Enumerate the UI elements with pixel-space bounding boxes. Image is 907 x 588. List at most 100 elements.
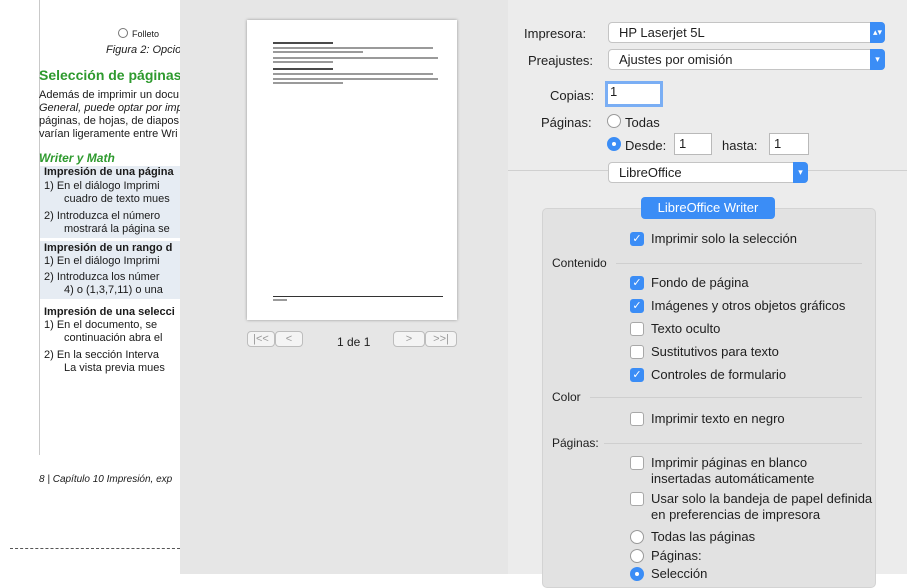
radio-icon (118, 28, 128, 38)
paper-tray-line: Usar solo la bandeja de papel definida (651, 491, 873, 506)
section-paginas: Páginas: (552, 436, 599, 450)
doc-list-item: continuación abra el (64, 332, 163, 344)
last-page-button[interactable]: >>| (425, 331, 457, 347)
all-pages-option-label: Todas las páginas (651, 529, 756, 544)
doc-subheading: Writer y Math (39, 151, 115, 165)
from-page-input[interactable]: 1 (674, 133, 712, 155)
doc-paragraph-line: páginas, de hojas, de diapos (39, 115, 180, 127)
section-contenido: Contenido (552, 256, 607, 270)
preview-text-line (273, 78, 438, 80)
paper-tray-line: en preferencias de impresora (651, 507, 821, 522)
section-color: Color (552, 390, 581, 404)
folleto-option: Folleto (118, 28, 159, 39)
background-document: Folleto Figura 2: Opcio Selección de pág… (0, 0, 180, 574)
doc-list-item: 1) En el diálogo Imprimi (44, 255, 160, 267)
doc-list-item: cuadro de texto mues (64, 193, 170, 205)
doc-list-item: 4) o (1,3,7,11) o una (64, 284, 163, 296)
from-pages-radio[interactable] (607, 137, 621, 151)
preview-text-line (273, 61, 333, 63)
pages-label: Páginas: (541, 115, 592, 130)
form-controls-label: Controles de formulario (651, 367, 787, 382)
section-rule (616, 263, 862, 264)
hidden-text-label: Texto oculto (651, 321, 721, 336)
hidden-text-checkbox[interactable] (630, 322, 644, 336)
text-placeholders-label: Sustitutivos para texto (651, 344, 779, 359)
blank-pages-line: insertadas automáticamente (651, 471, 815, 486)
images-checkbox[interactable]: ✓ (630, 299, 644, 313)
preview-text-line (273, 51, 363, 53)
doc-heading: Selección de páginas (39, 67, 180, 83)
from-label: Desde: (625, 138, 667, 153)
presets-label: Preajustes: (528, 53, 594, 68)
doc-list-item: La vista previa mues (64, 362, 165, 374)
preview-panel: |<< < 1 de 1 > >>| (180, 0, 508, 574)
print-selection-only-checkbox[interactable]: ✓ (630, 232, 644, 246)
all-pages-label: Todas (625, 115, 660, 130)
previous-page-button[interactable]: < (275, 331, 303, 347)
first-page-button[interactable]: |<< (247, 331, 275, 347)
tab-libreoffice-writer[interactable]: LibreOffice Writer (641, 197, 775, 219)
doc-list-item: 1) En el documento, se (44, 319, 158, 331)
to-page-input[interactable]: 1 (769, 133, 809, 155)
all-pages-option-radio[interactable] (630, 530, 644, 544)
to-label: hasta: (722, 138, 758, 153)
doc-section-title: Impresión de un rango d (44, 242, 173, 254)
updown-chevron-icon: ▾ (793, 162, 808, 183)
printer-select[interactable]: HP Laserjet 5L ▴▾ (608, 22, 885, 43)
printer-value: HP Laserjet 5L (619, 25, 705, 40)
preview-footer-text (273, 299, 287, 301)
pages-option-label: Páginas: (651, 548, 702, 563)
selection-option-radio[interactable] (630, 567, 644, 581)
copies-label: Copias: (550, 88, 595, 103)
preview-footer-rule (273, 296, 443, 297)
updown-chevron-icon: ▾ (870, 49, 885, 70)
blank-pages-line: Imprimir páginas en blanco (651, 455, 808, 470)
page-break-line (10, 548, 180, 549)
images-label: Imágenes y otros objetos gráficos (651, 298, 846, 313)
doc-list-item: 2) En la sección Interva (44, 349, 159, 361)
updown-chevron-icon: ▴▾ (870, 22, 885, 43)
doc-section-title: Impresión de una página (44, 166, 174, 178)
page-counter: 1 de 1 (337, 335, 371, 349)
doc-list-item: 2) Introduzca los númer (44, 271, 160, 283)
paper-tray-label: Usar solo la bandeja de papel definida e… (651, 491, 872, 523)
paper-tray-checkbox[interactable] (630, 492, 644, 506)
preview-text-line (273, 68, 333, 70)
doc-paragraph-line: varían ligeramente entre Wri (39, 128, 178, 140)
copies-input[interactable]: 1 (605, 81, 663, 107)
doc-list-item: 2) Introduzca el número (44, 210, 161, 222)
section-rule (604, 443, 862, 444)
presets-select[interactable]: Ajustes por omisión ▾ (608, 49, 885, 70)
next-page-button[interactable]: > (393, 331, 425, 347)
page-preview (247, 20, 457, 320)
preview-text-line (273, 47, 433, 49)
preview-text-line (273, 73, 433, 75)
presets-value: Ajustes por omisión (619, 52, 733, 67)
doc-list-item: 1) En el diálogo Imprimi (44, 180, 160, 192)
form-controls-checkbox[interactable]: ✓ (630, 368, 644, 382)
selection-option-label: Selección (651, 566, 708, 581)
preview-text-line (273, 42, 333, 44)
figure-caption: Figura 2: Opcio (106, 44, 180, 56)
doc-list-item: mostrará la página se (64, 223, 170, 235)
printer-label: Impresora: (524, 26, 587, 41)
divider (508, 170, 608, 171)
blank-pages-checkbox[interactable] (630, 456, 644, 470)
pages-option-radio[interactable] (630, 549, 644, 563)
page-background-checkbox[interactable]: ✓ (630, 276, 644, 290)
section-rule (590, 397, 862, 398)
all-pages-radio[interactable] (607, 114, 621, 128)
text-placeholders-checkbox[interactable] (630, 345, 644, 359)
divider (808, 170, 907, 171)
doc-paragraph-line: Además de imprimir un docu (39, 89, 180, 101)
print-black-label: Imprimir texto en negro (651, 411, 785, 426)
app-options-select[interactable]: LibreOffice ▾ (608, 162, 808, 183)
doc-paragraph-line: General, puede optar por imp (39, 102, 180, 114)
print-black-checkbox[interactable] (630, 412, 644, 426)
print-selection-only-label: Imprimir solo la selección (651, 231, 797, 246)
doc-section-title: Impresión de una selecci (44, 306, 175, 318)
preview-text-line (273, 57, 438, 59)
preview-text-line (273, 82, 343, 84)
app-options-value: LibreOffice (619, 165, 682, 180)
blank-pages-label: Imprimir páginas en blanco insertadas au… (651, 455, 814, 487)
